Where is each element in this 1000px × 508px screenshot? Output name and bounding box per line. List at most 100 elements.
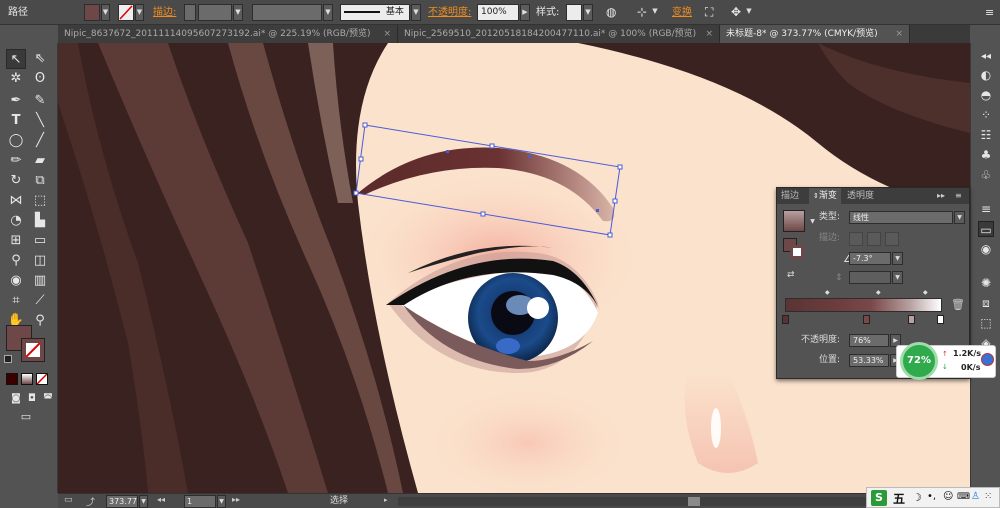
tab-gradient[interactable]: ⇕渐变 <box>809 188 841 204</box>
blend-tool-icon[interactable]: ◫ <box>30 251 50 271</box>
keyboard-icon[interactable]: ⌨ <box>957 492 970 502</box>
opacity-input[interactable]: 100% <box>477 4 519 21</box>
style-swatch[interactable] <box>566 4 582 21</box>
opacity-label[interactable]: 不透明度: <box>428 4 471 21</box>
panel-menu-icon[interactable]: ≡ <box>955 188 962 204</box>
tab-document-1[interactable]: Nipic_8637672_20111114095607273192.ai* @… <box>58 25 398 43</box>
arrange-icon[interactable]: ✥ <box>731 4 741 21</box>
none-mode-icon[interactable] <box>36 373 48 385</box>
align-icon[interactable]: ⊹ <box>637 4 647 21</box>
gradient-preview-swatch[interactable] <box>783 210 805 232</box>
transparency-panel-icon[interactable]: ◉ <box>978 241 994 257</box>
slice-tool-icon[interactable]: ⟋ <box>30 291 50 311</box>
stroke-weight-dropdown[interactable]: ▼ <box>233 4 243 21</box>
width-tool-icon[interactable]: ⋈ <box>6 191 26 211</box>
tab-transparency[interactable]: 透明度 <box>843 188 878 204</box>
angle-dropdown[interactable]: ▼ <box>892 252 903 265</box>
stop-opacity-input[interactable]: 76% <box>849 334 889 347</box>
zoom-tool-icon[interactable]: ⚲ <box>30 311 50 331</box>
tab-document-3[interactable]: 未标题-8* @ 373.77% (CMYK/预览) × <box>720 25 910 43</box>
gradient-stop[interactable] <box>863 315 870 324</box>
style-dropdown[interactable]: ▼ <box>583 4 593 21</box>
magic-wand-tool-icon[interactable]: ✲ <box>6 69 26 89</box>
angle-input[interactable]: -7.3° <box>849 252 891 265</box>
midpoint-diamond[interactable]: ◆ <box>876 289 881 296</box>
gradient-preset-dropdown[interactable]: ▼ <box>807 216 818 229</box>
graphic-styles-icon[interactable]: ♧ <box>978 167 994 183</box>
collapse-dock-icon[interactable]: ◂◂ <box>978 49 994 65</box>
direct-selection-tool-icon[interactable]: ⇖ <box>30 49 50 69</box>
color-panel-icon[interactable]: ◐ <box>978 67 994 83</box>
delete-stop-icon[interactable]: 🗑 <box>951 298 965 311</box>
zoom-input[interactable]: 373.77 <box>106 495 138 508</box>
memory-usage-ring[interactable]: 72% <box>900 342 938 380</box>
live-paint-tool-icon[interactable]: ▙ <box>30 211 50 231</box>
pencil-tool-icon[interactable]: ✏ <box>6 151 26 171</box>
stroke-swatch[interactable] <box>118 4 134 21</box>
gradient-slider[interactable] <box>785 298 942 312</box>
color-guide-icon[interactable]: ◓ <box>978 87 994 103</box>
stroke-mini-swatch[interactable] <box>790 245 804 259</box>
default-colors-icon[interactable] <box>4 355 12 363</box>
status-export-icon[interactable]: ⤴ <box>86 495 95 508</box>
symbols-panel-icon[interactable]: ♣ <box>978 147 994 163</box>
draw-inside-icon[interactable]: ◚ <box>38 389 58 409</box>
artboard-dropdown[interactable]: ▼ <box>217 495 226 508</box>
column-graph-tool-icon[interactable]: ▥ <box>30 271 50 291</box>
type-select[interactable]: 线性 <box>849 211 953 224</box>
transform-panel-icon[interactable]: ⬚ <box>978 315 994 331</box>
tab-stroke[interactable]: 描边 <box>777 188 803 204</box>
variable-width-profile[interactable] <box>252 4 322 21</box>
brushes-panel-icon[interactable]: ☷ <box>978 127 994 143</box>
artboard-number-input[interactable]: 1 <box>184 495 216 508</box>
pen-tool-icon[interactable]: ✒ <box>6 91 26 111</box>
scrollbar-thumb[interactable] <box>688 497 700 506</box>
status-menu-arrow-icon[interactable]: ▸ <box>384 496 392 507</box>
fill-dropdown[interactable]: ▼ <box>101 4 110 21</box>
gradient-panel-icon[interactable]: ▭ <box>978 221 994 237</box>
gradient-stop[interactable] <box>908 315 915 324</box>
stop-location-input[interactable]: 53.33% <box>849 354 889 367</box>
swatches-panel-icon[interactable]: ⁘ <box>978 107 994 123</box>
tab-document-2[interactable]: Nipic_2569510_20120518184200477110.ai* @… <box>398 25 720 43</box>
transform-link[interactable]: 变换 <box>672 4 692 21</box>
toolbox-grid-icon[interactable]: ⁙ <box>984 491 992 502</box>
prev-artboard-icon[interactable]: ◂◂ <box>157 495 165 508</box>
user-icon[interactable]: ♙ <box>971 491 980 502</box>
next-artboard-icon[interactable]: ▸▸ <box>232 495 240 508</box>
type-tool-icon[interactable]: T <box>6 111 26 131</box>
fill-swatch[interactable] <box>84 4 100 21</box>
mesh-tool-icon[interactable]: ⊞ <box>6 231 26 251</box>
midpoint-diamond[interactable]: ◆ <box>923 289 928 296</box>
half-width-moon-icon[interactable]: ☽ <box>912 491 922 504</box>
shape-builder-tool-icon[interactable]: ◔ <box>6 211 26 231</box>
gradient-stop[interactable] <box>937 315 944 324</box>
brush-dropdown[interactable]: ▼ <box>411 4 421 21</box>
reverse-gradient-icon[interactable]: ⇄ <box>787 268 795 283</box>
tab-close-icon[interactable]: × <box>895 25 903 43</box>
eyedropper-tool-icon[interactable]: ⚲ <box>6 251 26 271</box>
emoji-icon[interactable]: ☺ <box>943 491 953 502</box>
screen-mode-icon[interactable]: ▭ <box>16 407 36 427</box>
color-mode-icon[interactable] <box>6 373 18 385</box>
stroke-weight-label[interactable]: 描边: <box>153 4 176 21</box>
symbol-sprayer-tool-icon[interactable]: ◉ <box>6 271 26 291</box>
align-panel-icon[interactable]: ⧈ <box>978 295 994 311</box>
stroke-weight-stepper[interactable] <box>184 4 196 21</box>
gradient-mode-icon[interactable] <box>21 373 33 385</box>
lasso-tool-icon[interactable]: ʘ <box>30 69 50 89</box>
scale-tool-icon[interactable]: ⧉ <box>30 171 50 191</box>
rotate-tool-icon[interactable]: ↻ <box>6 171 26 191</box>
stroke-weight-input[interactable] <box>198 4 232 21</box>
type-dropdown[interactable]: ▼ <box>954 211 965 224</box>
isolate-icon[interactable]: ⛶ <box>705 4 713 21</box>
opacity-dropdown[interactable]: ▶ <box>520 4 530 21</box>
free-transform-tool-icon[interactable]: ⬚ <box>30 191 50 211</box>
brush-definition[interactable]: 基本 <box>340 4 410 21</box>
recolor-icon[interactable]: ◍ <box>606 4 616 21</box>
stroke-color-swatch[interactable] <box>21 338 45 362</box>
panel-collapse-icon[interactable]: ▸▸ <box>937 188 945 204</box>
profile-dropdown[interactable]: ▼ <box>323 4 333 21</box>
curvature-tool-icon[interactable]: ✎ <box>30 91 50 111</box>
appearance-panel-icon[interactable]: ✺ <box>978 275 994 291</box>
